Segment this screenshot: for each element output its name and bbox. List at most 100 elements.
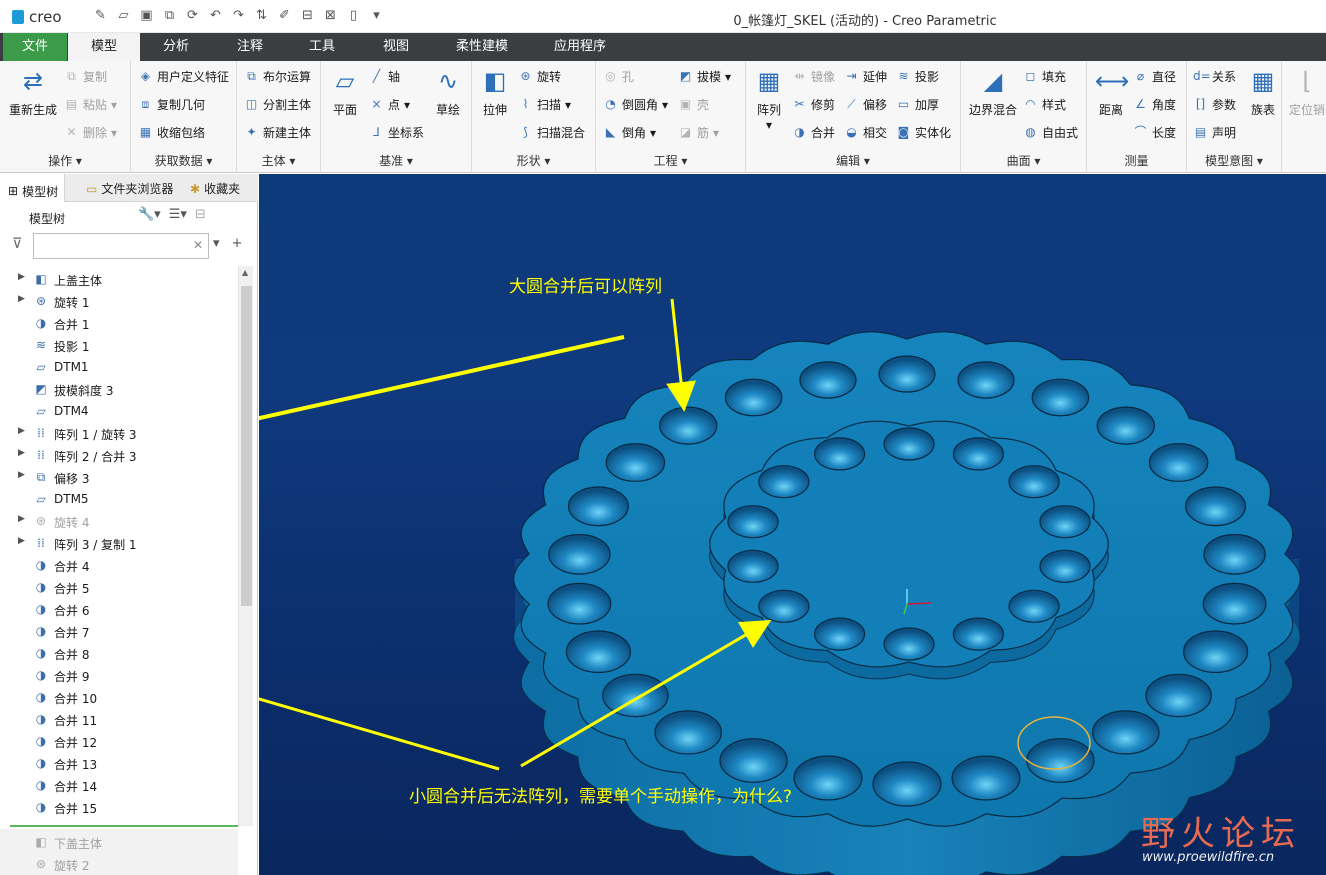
group-label-shapes[interactable]: 形状 ▾ bbox=[472, 152, 595, 169]
tree-item[interactable]: ◑ 合并 8 bbox=[0, 642, 236, 664]
tree-item[interactable]: ▶ ◧ 上盖主体 bbox=[0, 268, 236, 290]
model-scene[interactable] bbox=[259, 174, 1326, 875]
extend-button[interactable]: ⇥ 延伸 bbox=[844, 68, 887, 85]
tab-flexible-modeling[interactable]: 柔性建模 bbox=[440, 33, 524, 61]
tree-item[interactable]: ◑ 合并 11 bbox=[0, 708, 236, 730]
revolve-button[interactable]: ⊛ 旋转 bbox=[518, 68, 561, 85]
length-button[interactable]: ⌒ 长度 bbox=[1133, 124, 1176, 141]
offset-button[interactable]: ⟋ 偏移 bbox=[844, 96, 887, 113]
parameters-button[interactable]: [] 参数 bbox=[1193, 96, 1236, 113]
sketch-button[interactable]: ∿ 草绘 bbox=[429, 65, 467, 118]
new-file-icon[interactable]: ▯ bbox=[345, 7, 362, 24]
scroll-up-icon[interactable]: ▲ bbox=[242, 268, 248, 277]
tree-item[interactable]: ▶ ⁞⁞ 阵列 2 / 合并 3 bbox=[0, 444, 236, 466]
shell-button[interactable]: ▣ 壳 bbox=[678, 96, 709, 113]
solidify-button[interactable]: ◙ 实体化 bbox=[896, 124, 951, 141]
tree-item-after-insert[interactable]: ⊛ 旋转 2 bbox=[0, 853, 236, 875]
customize-dropdown-icon[interactable]: ▾ bbox=[368, 7, 385, 24]
angle-button[interactable]: ∠ 角度 bbox=[1133, 96, 1176, 113]
diameter-button[interactable]: ⌀ 直径 bbox=[1133, 68, 1176, 85]
tree-item[interactable]: ◑ 合并 5 bbox=[0, 576, 236, 598]
hole-button[interactable]: ◎ 孔 bbox=[603, 68, 634, 85]
expand-arrow-icon[interactable]: ▶ bbox=[18, 536, 25, 546]
tree-item[interactable]: ◑ 合并 13 bbox=[0, 752, 236, 774]
group-label-model-intent[interactable]: 模型意图 ▾ bbox=[1187, 152, 1281, 169]
tree-scrollbar[interactable]: ▲ bbox=[238, 266, 253, 826]
tree-item[interactable]: ▶ ⧉ 偏移 3 bbox=[0, 466, 236, 488]
tree-item[interactable]: ◩ 拔模斜度 3 bbox=[0, 378, 236, 400]
chamfer-button[interactable]: ◣ 倒角 ▾ bbox=[603, 124, 656, 141]
search-dropdown-icon[interactable]: ▾ bbox=[213, 236, 220, 251]
merge-button[interactable]: ◑ 合并 bbox=[792, 124, 835, 141]
tree-columns-icon[interactable]: ☰▾ bbox=[169, 207, 187, 222]
tree-item[interactable]: ◑ 合并 15 bbox=[0, 796, 236, 818]
csys-button[interactable]: ⅃ 坐标系 bbox=[369, 124, 424, 141]
delete-button[interactable]: ✕ 删除 ▾ bbox=[64, 124, 117, 141]
axis-button[interactable]: ╱ 轴 bbox=[369, 68, 400, 85]
group-label-operations[interactable]: 操作 ▾ bbox=[0, 152, 130, 169]
save-icon[interactable]: ▣ bbox=[138, 7, 155, 24]
tree-search-field[interactable] bbox=[34, 234, 184, 258]
tree-settings-icon[interactable]: 🔧▾ bbox=[138, 207, 161, 222]
tree-item-after-insert[interactable]: ◧ 下盖主体 bbox=[0, 831, 236, 853]
tab-view[interactable]: 视图 bbox=[360, 33, 432, 61]
paste-button[interactable]: ▤ 粘贴 ▾ bbox=[64, 96, 117, 113]
save-copy-icon[interactable]: ⧉ bbox=[161, 7, 178, 24]
group-label-body[interactable]: 主体 ▾ bbox=[237, 152, 320, 169]
tab-favorites[interactable]: ✱ 收藏夹 bbox=[190, 180, 240, 197]
group-label-surfaces[interactable]: 曲面 ▾ bbox=[961, 152, 1086, 169]
style-button[interactable]: ◠ 样式 bbox=[1023, 96, 1066, 113]
boundary-blend-button[interactable]: ◢ 边界混合 bbox=[965, 65, 1021, 118]
udf-button[interactable]: ◈ 用户定义特征 bbox=[138, 68, 229, 85]
tree-item[interactable]: ▶ ⊛ 旋转 4 bbox=[0, 510, 236, 532]
tree-item[interactable]: ◑ 合并 1 bbox=[0, 312, 236, 334]
tree-item[interactable]: ▱ DTM1 bbox=[0, 356, 236, 378]
tree-item[interactable]: ◑ 合并 6 bbox=[0, 598, 236, 620]
round-button[interactable]: ◔ 倒圆角 ▾ bbox=[603, 96, 668, 113]
sweep-button[interactable]: ⌇ 扫描 ▾ bbox=[518, 96, 571, 113]
regenerate-icon[interactable]: ⟳ bbox=[184, 7, 201, 24]
extrude-button[interactable]: ◧ 拉伸 bbox=[476, 65, 514, 118]
expand-arrow-icon[interactable]: ▶ bbox=[18, 272, 25, 282]
tree-item[interactable]: ◑ 合并 14 bbox=[0, 774, 236, 796]
freestyle-button[interactable]: ◍ 自由式 bbox=[1023, 124, 1078, 141]
fill-button[interactable]: ◻ 填充 bbox=[1023, 68, 1067, 85]
tab-annotate[interactable]: 注释 bbox=[214, 33, 286, 61]
tree-item[interactable]: ▱ DTM5 bbox=[0, 488, 236, 510]
expand-arrow-icon[interactable]: ▶ bbox=[18, 470, 25, 480]
swept-blend-button[interactable]: ⟆ 扫描混合 bbox=[518, 124, 585, 141]
project-button[interactable]: ≋ 投影 bbox=[896, 68, 939, 85]
tree-item[interactable]: ◑ 合并 9 bbox=[0, 664, 236, 686]
tree-item[interactable]: ◑ 合并 10 bbox=[0, 686, 236, 708]
plane-button[interactable]: ▱ 平面 bbox=[325, 65, 365, 118]
regenerate-button[interactable]: ⇄ 重新生成 bbox=[6, 65, 60, 118]
tree-item[interactable]: ◑ 合并 12 bbox=[0, 730, 236, 752]
tab-model[interactable]: 模型 bbox=[68, 33, 140, 61]
undo-icon[interactable]: ↶ bbox=[207, 7, 224, 24]
tree-item[interactable]: ≋ 投影 1 bbox=[0, 334, 236, 356]
tree-item[interactable]: ▶ ⊛ 旋转 1 bbox=[0, 290, 236, 312]
distance-button[interactable]: ⟷ 距离 bbox=[1091, 65, 1131, 118]
tree-search-input[interactable]: ✕ bbox=[33, 233, 209, 259]
window-icon[interactable]: ⊟ bbox=[299, 7, 316, 24]
copy-button[interactable]: ⧉ 复制 bbox=[64, 68, 107, 85]
split-body-button[interactable]: ◫ 分割主体 bbox=[244, 96, 311, 113]
expand-arrow-icon[interactable]: ▶ bbox=[18, 448, 25, 458]
expand-arrow-icon[interactable]: ▶ bbox=[18, 294, 25, 304]
switch-window-icon[interactable]: ⇅ bbox=[253, 7, 270, 24]
draft-button[interactable]: ◩ 拔模 ▾ bbox=[678, 68, 731, 85]
insert-here-divider[interactable] bbox=[10, 825, 238, 827]
expand-arrow-icon[interactable]: ▶ bbox=[18, 514, 25, 524]
expand-arrow-icon[interactable]: ▶ bbox=[18, 426, 25, 436]
point-button[interactable]: × 点 ▾ bbox=[369, 96, 410, 113]
add-filter-icon[interactable]: + bbox=[232, 236, 243, 251]
tab-file[interactable]: 文件 bbox=[3, 33, 67, 61]
close-window-icon[interactable]: ⊠ bbox=[322, 7, 339, 24]
mirror-button[interactable]: ⇹ 镜像 bbox=[792, 68, 835, 85]
group-label-get-data[interactable]: 获取数据 ▾ bbox=[131, 152, 236, 169]
clear-search-icon[interactable]: ✕ bbox=[193, 238, 203, 252]
copy-geometry-button[interactable]: ⧈ 复制几何 bbox=[138, 96, 205, 113]
shrinkwrap-button[interactable]: ▦ 收缩包络 bbox=[138, 124, 205, 141]
tab-applications[interactable]: 应用程序 bbox=[538, 33, 622, 61]
tree-item[interactable]: ◑ 合并 4 bbox=[0, 554, 236, 576]
